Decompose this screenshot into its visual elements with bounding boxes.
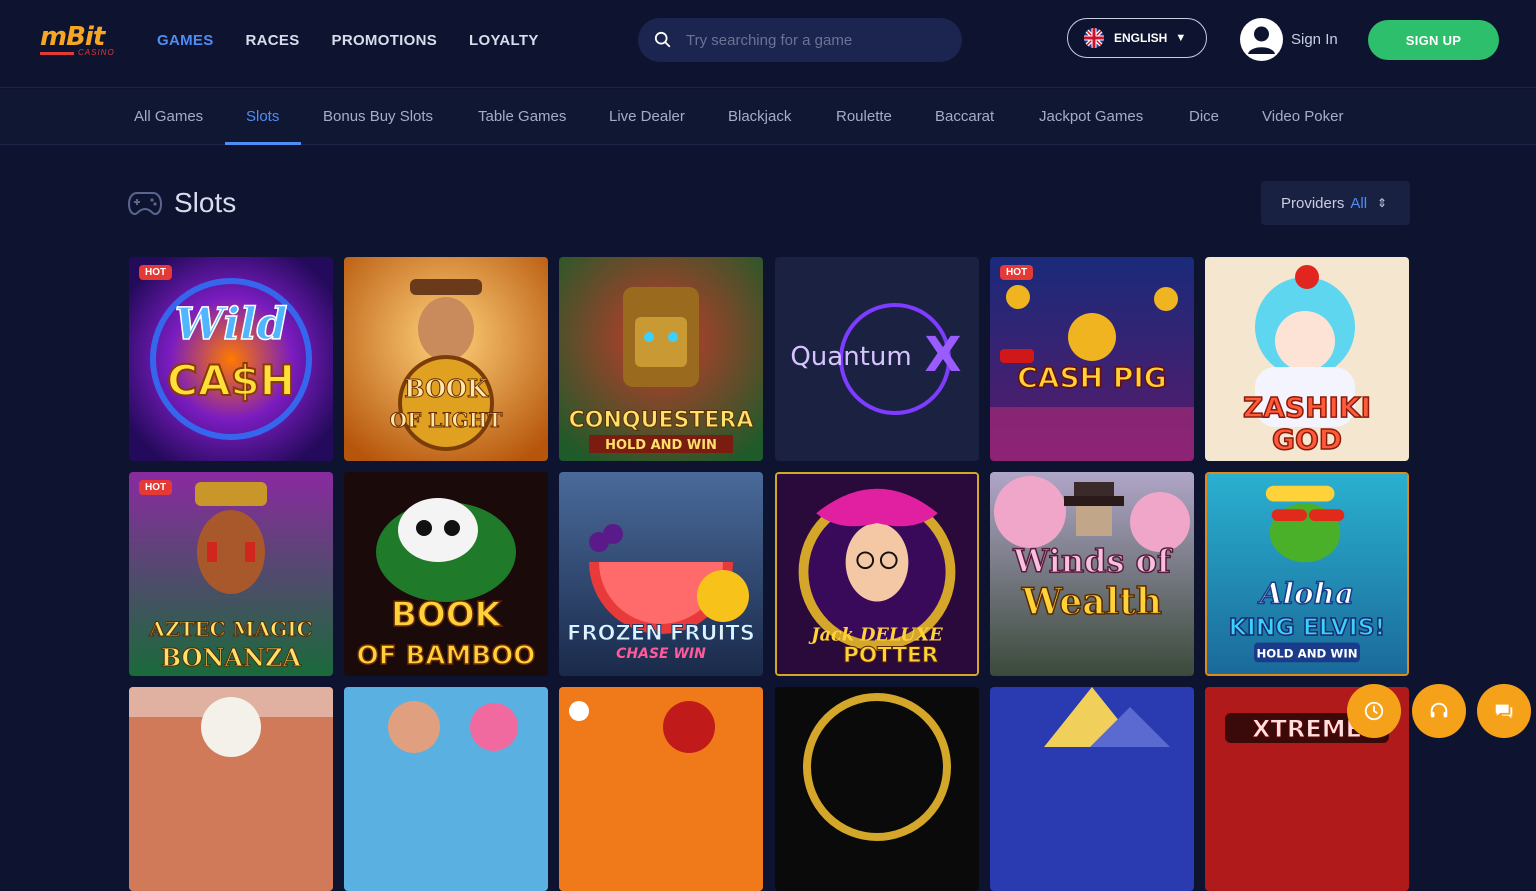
- search-input[interactable]: [686, 31, 946, 49]
- game-title-line1: ZASHIKI: [1243, 391, 1371, 424]
- category-bonus-buy-slots[interactable]: Bonus Buy Slots: [323, 89, 433, 145]
- main-nav: GAMES RACES PROMOTIONS LOYALTY: [157, 0, 571, 80]
- language-selector[interactable]: ENGLISH ▼: [1067, 18, 1207, 58]
- game-tile[interactable]: Winds of Wealth: [990, 472, 1194, 676]
- game-title-line1: Wild: [175, 299, 288, 350]
- game-tile[interactable]: CONQUESTERA HOLD AND WIN: [559, 257, 763, 461]
- category-video-poker[interactable]: Video Poker: [1262, 89, 1343, 145]
- game-title-line2: CA$H: [167, 356, 295, 405]
- search-icon: [654, 31, 671, 48]
- sign-in-link[interactable]: Sign In: [1291, 31, 1338, 48]
- game-title-line1: BOOK: [404, 374, 489, 403]
- category-all-games[interactable]: All Games: [134, 89, 203, 145]
- game-title-line1: AZTEC MAGIC: [148, 617, 312, 641]
- history-button[interactable]: [1347, 684, 1401, 738]
- game-tile[interactable]: FROZEN FRUITS CHASE WIN: [559, 472, 763, 676]
- game-title-line2: POTTER: [843, 643, 939, 668]
- active-category-indicator: [225, 142, 301, 145]
- game-title-line1: CONQUESTERA: [569, 408, 754, 433]
- category-bar: All Games Slots Bonus Buy Slots Table Ga…: [0, 89, 1536, 145]
- category-blackjack[interactable]: Blackjack: [728, 89, 791, 145]
- game-tile[interactable]: Quantum X: [775, 257, 979, 461]
- category-jackpot-games[interactable]: Jackpot Games: [1039, 89, 1143, 145]
- nav-games[interactable]: GAMES: [157, 32, 214, 49]
- game-subtitle: HOLD AND WIN: [1256, 646, 1357, 660]
- category-dice[interactable]: Dice: [1189, 89, 1219, 145]
- game-tile[interactable]: [559, 687, 763, 891]
- chat-button[interactable]: [1477, 684, 1531, 738]
- game-tile[interactable]: ZASHIKI GOD: [1205, 257, 1409, 461]
- game-title-line2: Wealth: [1021, 581, 1162, 623]
- providers-label: Providers: [1281, 194, 1345, 212]
- category-table-games[interactable]: Table Games: [478, 89, 566, 145]
- game-title-line2: KING ELVIS!: [1229, 613, 1386, 641]
- game-title-line2: OF LIGHT: [390, 408, 503, 432]
- game-title-line1: Winds of: [1012, 542, 1173, 580]
- game-title-line2: BONANZA: [161, 643, 302, 672]
- sort-updown-icon: ⇕: [1377, 196, 1388, 210]
- logo-underline: [40, 52, 74, 55]
- history-icon: [1364, 701, 1384, 721]
- mbit-logo[interactable]: mBit CASINO: [40, 22, 116, 58]
- game-title-line1: CASH PIG: [1017, 361, 1167, 394]
- avatar-icon[interactable]: [1240, 18, 1283, 61]
- game-tile[interactable]: AZTEC MAGIC BONANZA HOT: [129, 472, 333, 676]
- support-button[interactable]: [1412, 684, 1466, 738]
- gamepad-icon: [128, 192, 162, 216]
- hot-badge: HOT: [139, 480, 173, 495]
- hot-badge: HOT: [1000, 265, 1034, 280]
- game-title-line1: XTREME: [1252, 715, 1362, 743]
- game-tile[interactable]: [129, 687, 333, 891]
- section-title: Slots: [174, 187, 237, 218]
- game-title-line1: Aloha: [1257, 575, 1354, 610]
- uk-flag-icon: [1084, 28, 1104, 48]
- game-title-line2: X: [924, 327, 961, 383]
- game-tile[interactable]: BOOK OF BAMBOO: [344, 472, 548, 676]
- headset-icon: [1430, 702, 1448, 718]
- game-tile[interactable]: BOOK OF LIGHT: [344, 257, 548, 461]
- game-title-line2: GOD: [1272, 423, 1342, 456]
- providers-filter[interactable]: Providers All ⇕: [1261, 181, 1410, 225]
- game-tile[interactable]: Wild CA$H HOT: [129, 257, 333, 461]
- game-title-line2: HOLD AND WIN: [605, 438, 717, 453]
- hot-badge: HOT: [139, 265, 173, 280]
- game-tile[interactable]: [775, 687, 979, 891]
- game-tile[interactable]: Jack DELUXE POTTER: [775, 472, 979, 676]
- nav-races[interactable]: RACES: [246, 32, 300, 49]
- category-slots[interactable]: Slots: [246, 89, 279, 145]
- chat-icon: [1495, 704, 1513, 719]
- providers-value: All: [1350, 194, 1368, 212]
- game-title-line1: Quantum: [790, 342, 911, 372]
- game-tile[interactable]: [344, 687, 548, 891]
- chevron-down-icon: ▼: [1175, 32, 1187, 44]
- category-roulette[interactable]: Roulette: [836, 89, 892, 145]
- logo-subtext: CASINO: [78, 48, 115, 57]
- game-title-line2: CHASE WIN: [616, 646, 706, 662]
- game-title-line1: FROZEN FRUITS: [567, 621, 755, 645]
- game-title-line1: BOOK: [391, 595, 503, 635]
- game-tile[interactable]: CASH PIG HOT: [990, 257, 1194, 461]
- game-title-line2: OF BAMBOO: [357, 641, 536, 671]
- language-label: ENGLISH: [1114, 31, 1168, 45]
- category-live-dealer[interactable]: Live Dealer: [609, 89, 685, 145]
- nav-promotions[interactable]: PROMOTIONS: [332, 32, 438, 49]
- sign-up-button[interactable]: SIGN UP: [1368, 20, 1499, 60]
- site-header: mBit CASINO GAMES RACES PROMOTIONS LOYAL…: [0, 0, 1536, 88]
- game-tile[interactable]: Aloha KING ELVIS! HOLD AND WIN: [1205, 472, 1409, 676]
- category-baccarat[interactable]: Baccarat: [935, 89, 994, 145]
- game-tile[interactable]: [990, 687, 1194, 891]
- nav-loyalty[interactable]: LOYALTY: [469, 32, 539, 49]
- search-box[interactable]: [638, 18, 962, 62]
